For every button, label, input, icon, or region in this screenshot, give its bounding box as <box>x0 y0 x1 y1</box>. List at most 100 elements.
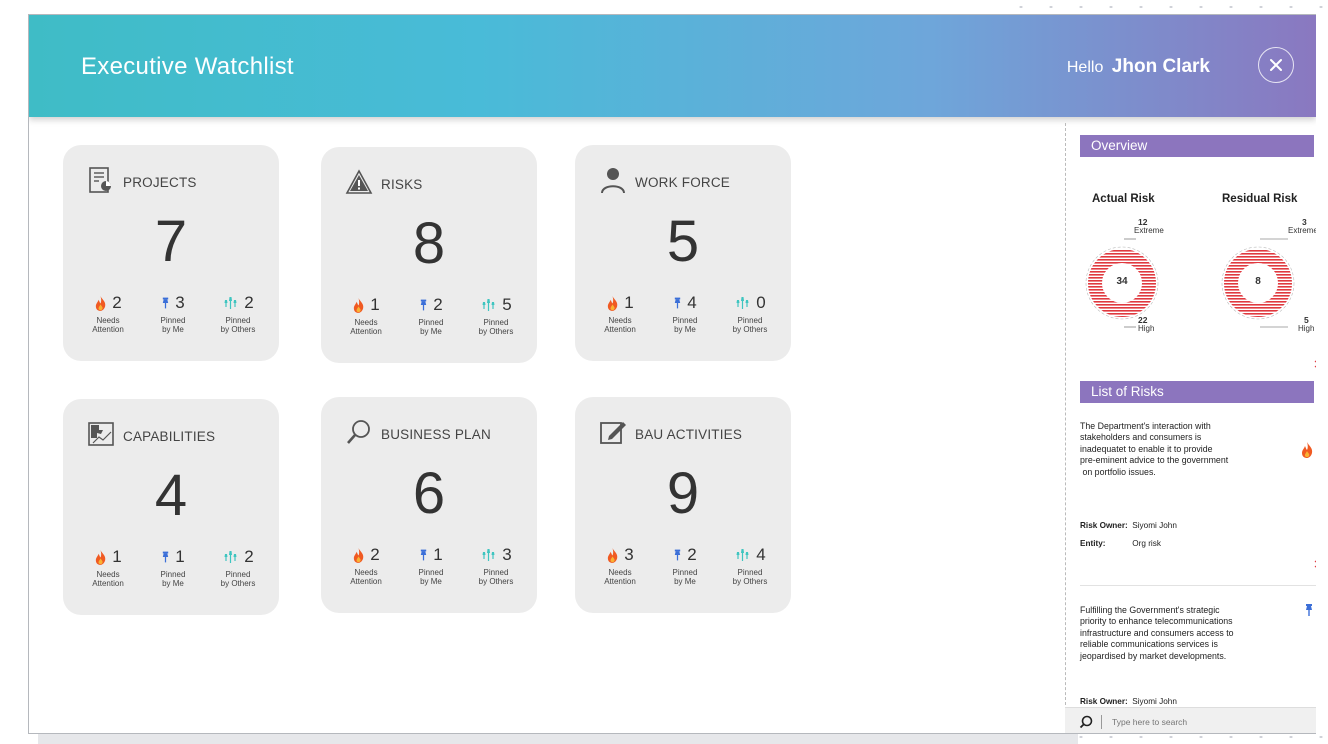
stat-label-line: by Me <box>674 325 696 334</box>
close-icon <box>1270 59 1282 71</box>
puzzle-image-icon <box>87 420 115 453</box>
search-divider <box>1101 715 1102 729</box>
pin-icon <box>675 297 681 309</box>
stat-needs-attention[interactable]: 3 Needs Attention <box>589 545 651 586</box>
stat-label: Pinned by Others <box>465 318 527 336</box>
card-business-plan[interactable]: BUSINESS PLAN 6 2 Needs Attention 1 Pinned by M… <box>321 397 537 613</box>
stat-label-line: Attention <box>604 577 636 586</box>
list-of-risks-header: List of Risks <box>1080 381 1314 403</box>
stat-label-line: by Me <box>674 577 696 586</box>
stat-value: 2 <box>244 547 254 566</box>
stat-needs-attention[interactable]: 1 Needs Attention <box>77 547 139 588</box>
residual-total: 8 <box>1255 276 1261 287</box>
overview-more-chevron-icon[interactable] <box>1312 359 1316 369</box>
stat-value: 4 <box>756 545 766 564</box>
card-header: BUSINESS PLAN <box>345 419 491 449</box>
close-button[interactable] <box>1258 47 1294 83</box>
app-window: Executive Watchlist Hello Jhon Clark PRO… <box>28 14 1316 734</box>
card-capabilities[interactable]: CAPABILITIES 4 1 Needs Attention 1 Pinned by Me… <box>63 399 279 615</box>
card-count: 8 <box>412 211 446 276</box>
stat-pinned-by-me[interactable]: 1 Pinned by Me <box>142 547 204 588</box>
stat-label-line: Pinned <box>672 316 698 325</box>
warning-triangle-icon <box>345 168 373 201</box>
card-risks[interactable]: RISKS 8 1 Needs Attention 2 Pinned by Me 5 Pinned… <box>321 147 537 363</box>
stat-value: 1 <box>433 545 443 564</box>
stat-value: 3 <box>624 545 634 564</box>
shared-pin-icon <box>482 549 495 561</box>
pin-icon <box>163 551 169 563</box>
stat-label-line: by Others <box>732 577 768 586</box>
stat-label-line: by Others <box>478 577 514 586</box>
card-title: WORK FORCE <box>635 174 730 190</box>
stat-label-line: by Me <box>162 579 184 588</box>
stat-label-line: Pinned <box>737 568 763 577</box>
stat-pinned-by-me[interactable]: 2 Pinned by Me <box>654 545 716 586</box>
stat-pinned-by-me[interactable]: 4 Pinned by Me <box>654 293 716 334</box>
risk-entity: Entity: Org risk <box>1080 539 1161 548</box>
stat-pinned-by-others[interactable]: 2 Pinned by Others <box>207 547 269 588</box>
stat-needs-attention[interactable]: 1 Needs Attention <box>335 295 397 336</box>
stat-label-line: Attention <box>604 325 636 334</box>
stat-label-line: Attention <box>350 577 382 586</box>
stat-pinned-by-me[interactable]: 2 Pinned by Me <box>400 295 462 336</box>
actual-total: 34 <box>1116 276 1128 287</box>
stat-label: Pinned by Others <box>719 316 781 334</box>
flame-icon <box>96 295 106 311</box>
stat-pinned-by-others[interactable]: 0 Pinned by Others <box>719 293 781 334</box>
card-title: BAU ACTIVITIES <box>635 426 743 442</box>
risk-owner-label: Risk Owner: <box>1080 521 1128 530</box>
stat-label-line: Pinned <box>225 570 251 579</box>
card-header: RISKS <box>345 168 423 201</box>
card-projects[interactable]: PROJECTS 7 2 Needs Attention 3 Pinned by Me 2 Pin… <box>63 145 279 361</box>
stat-pinned-by-others[interactable]: 5 Pinned by Others <box>465 295 527 336</box>
search-bar[interactable] <box>1065 707 1316 733</box>
stat-pinned-by-me[interactable]: 1 Pinned by Me <box>400 545 462 586</box>
risk-line: on portfolio issues. <box>1080 466 1156 477</box>
stat-pinned-by-others[interactable]: 2 Pinned by Others <box>207 293 269 334</box>
stat-value: 1 <box>112 547 122 566</box>
card-header: CAPABILITIES <box>87 421 215 451</box>
card-work-force[interactable]: WORK FORCE 5 1 Needs Attention 4 Pinned by Me 0 P… <box>575 145 791 361</box>
risk-line: stakeholders and consumers is <box>1080 432 1202 443</box>
stat-value: 5 <box>502 295 512 314</box>
stat-needs-attention[interactable]: 1 Needs Attention <box>589 293 651 334</box>
card-header: WORK FORCE <box>599 167 730 197</box>
stat-value: 3 <box>175 293 185 312</box>
stat-label: Pinned by Me <box>400 318 462 336</box>
shared-pin-icon <box>224 297 237 309</box>
search-input[interactable] <box>1110 716 1294 728</box>
shared-pin-icon <box>224 551 237 563</box>
risk-line: jeopardised by market developments. <box>1080 650 1227 661</box>
stat-label-line: Attention <box>92 325 124 334</box>
risk-entity-value: Org risk <box>1132 539 1161 548</box>
stat-pinned-by-others[interactable]: 4 Pinned by Others <box>719 545 781 586</box>
stat-label-line: Pinned <box>483 318 509 327</box>
shared-pin-icon <box>736 549 749 561</box>
stat-label: Pinned by Me <box>142 316 204 334</box>
stat-needs-attention[interactable]: 2 Needs Attention <box>335 545 397 586</box>
pin-icon <box>421 299 427 311</box>
card-bau-activities[interactable]: BAU ACTIVITIES 9 3 Needs Attention 2 Pinned by … <box>575 397 791 613</box>
stat-value: 2 <box>687 545 697 564</box>
risk-owner: Risk Owner: Siyomi John <box>1080 697 1177 706</box>
stat-pinned-by-others[interactable]: 3 Pinned by Others <box>465 545 527 586</box>
card-count: 7 <box>154 209 188 274</box>
risk-line: reliable communications services is <box>1080 639 1218 650</box>
stat-needs-attention[interactable]: 2 Needs Attention <box>77 293 139 334</box>
card-stats: 3 Needs Attention 2 Pinned by Me 4 Pinned by Oth… <box>589 545 781 586</box>
stat-label: Needs Attention <box>335 318 397 336</box>
risk-item-chevron-icon[interactable] <box>1312 559 1316 569</box>
stat-label: Pinned by Others <box>465 568 527 586</box>
risk-line: The Department's interaction with <box>1080 421 1211 431</box>
risk-entity-label: Entity: <box>1080 539 1106 548</box>
stat-label: Needs Attention <box>77 316 139 334</box>
stat-value: 2 <box>244 293 254 312</box>
risk-description: The Department's interaction with stakeh… <box>1080 421 1290 478</box>
risk-line: infrastructure and consumers access to <box>1080 627 1234 638</box>
flame-icon <box>354 297 364 313</box>
stat-label-line: by Me <box>162 325 184 334</box>
flame-icon <box>608 547 618 563</box>
stat-pinned-by-me[interactable]: 3 Pinned by Me <box>142 293 204 334</box>
stat-label-line: Pinned <box>418 568 444 577</box>
card-stats: 2 Needs Attention 1 Pinned by Me 3 Pinned by Oth… <box>335 545 527 586</box>
